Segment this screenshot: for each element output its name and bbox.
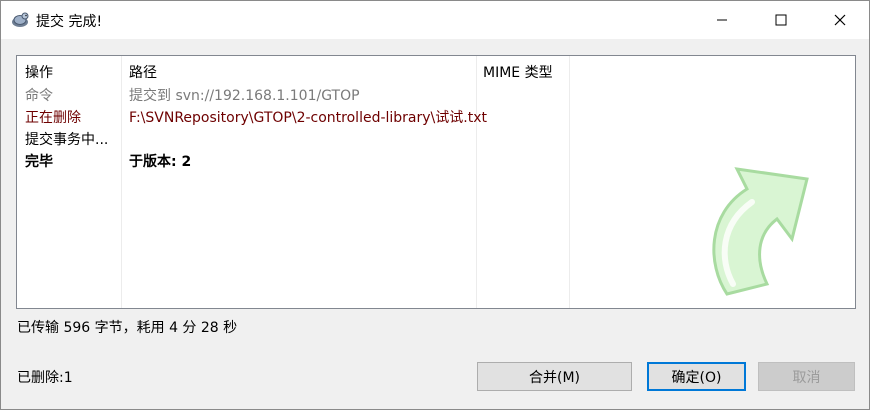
green-arrow-watermark-icon xyxy=(712,167,809,296)
tortoise-svn-icon xyxy=(12,12,29,27)
row-path: 于版本: 2 xyxy=(129,154,192,170)
column-divider xyxy=(476,56,477,308)
merge-button[interactable]: 合并(M) xyxy=(477,362,632,391)
row-action: 正在删除 xyxy=(25,110,81,126)
transfer-status: 已传输 596 字节，耗用 4 分 28 秒 xyxy=(17,320,238,336)
commit-dialog: 提交 完成! 操作 路径 MIME 类型 命令 提交到 svn://192.16… xyxy=(0,0,870,410)
minimize-icon xyxy=(717,19,727,21)
maximize-icon xyxy=(775,14,787,26)
column-divider xyxy=(569,56,570,308)
title-bar[interactable]: 提交 完成! xyxy=(1,1,869,39)
column-divider xyxy=(121,56,122,308)
close-button[interactable] xyxy=(817,1,863,39)
row-path: 提交到 svn://192.168.1.101/GTOP xyxy=(129,88,360,104)
column-header-path[interactable]: 路径 xyxy=(129,62,157,82)
row-action: 命令 xyxy=(25,88,53,104)
column-header-mime[interactable]: MIME 类型 xyxy=(483,62,553,82)
close-icon xyxy=(834,14,846,26)
cancel-button[interactable]: 取消 xyxy=(758,362,855,391)
ok-button[interactable]: 确定(O) xyxy=(647,362,746,391)
deleted-count: 已删除:1 xyxy=(17,370,73,386)
row-action: 完毕 xyxy=(25,154,53,170)
minimize-button[interactable] xyxy=(699,1,745,39)
column-header-action[interactable]: 操作 xyxy=(25,62,53,82)
commit-log-list[interactable]: 操作 路径 MIME 类型 命令 提交到 svn://192.168.1.101… xyxy=(16,55,856,309)
maximize-button[interactable] xyxy=(758,1,804,39)
row-action: 提交事务中... xyxy=(25,132,109,148)
row-path: F:\SVNRepository\GTOP\2-controlled-libra… xyxy=(129,110,487,126)
window-title: 提交 完成! xyxy=(36,14,103,30)
